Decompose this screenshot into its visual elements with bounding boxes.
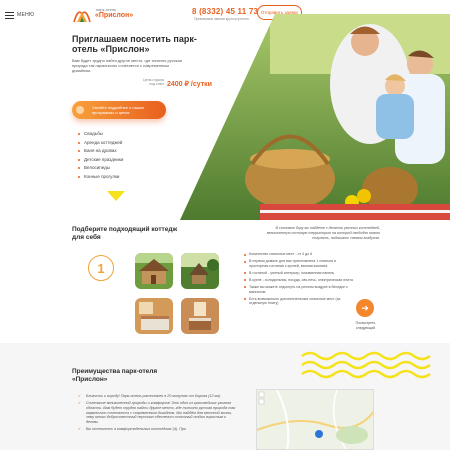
map-zoom-in[interactable] <box>258 391 265 398</box>
advantage-text: Сочетание великолепной природы и комфорт… <box>86 401 236 425</box>
cta-icon <box>76 106 84 114</box>
feature-item: Велосипеды <box>78 164 123 173</box>
advantage-text: Близость к городу! Парк-отель расположен… <box>86 394 221 398</box>
chevron-down-icon <box>107 191 125 201</box>
cottage-photo-forest[interactable] <box>181 253 219 289</box>
feature-item: Баня на дровах <box>78 147 123 156</box>
next-cottage-button[interactable]: ➜ <box>356 299 374 317</box>
spec-item: В первом домике для вас приготовлена 1 с… <box>244 259 356 268</box>
spec-item: Есть возможность дополнительные спальные… <box>244 297 356 306</box>
spec-item: В кухне - холодильник, посуда, свч-печь,… <box>244 278 356 283</box>
check-icon: ✓ <box>78 401 82 406</box>
hero-title: Приглашаем посетить парк-отель «Прислон» <box>72 34 197 54</box>
map-pin-icon[interactable] <box>315 430 323 438</box>
advantage-item: ✓ Близость к городу! Парк-отель расположе… <box>78 394 236 399</box>
advantage-item: ✓ Вы поселитесь в комфортабельных коттедж… <box>78 427 236 432</box>
cottage-number: 1 <box>88 255 114 281</box>
menu-icon[interactable] <box>5 12 14 19</box>
decorative-waves <box>301 351 431 379</box>
cottage-photo-interior[interactable] <box>181 298 219 334</box>
cottage-photo-bedroom[interactable] <box>135 298 173 334</box>
hero-lead: Вам будет трудно найти другое место, где… <box>72 58 182 73</box>
spec-item: В гостиной - уютный интерьер, плазменная… <box>244 271 356 276</box>
feature-item: Конные прогулки <box>78 173 123 182</box>
logo-icon[interactable] <box>72 6 92 24</box>
menu-label[interactable]: МЕНЮ <box>17 12 34 18</box>
price-label: Цена отдыха под ключ <box>143 78 164 86</box>
check-icon: ✓ <box>78 427 82 432</box>
cottage-photo-exterior[interactable] <box>135 253 173 289</box>
logo-name[interactable]: «Прислон» <box>95 12 133 19</box>
features-list: Свадьбы Аренда коттеджей Баня на дровах … <box>78 130 123 181</box>
check-icon: ✓ <box>78 394 82 398</box>
advantage-text: Вы поселитесь в комфортабельных коттеджа… <box>86 427 187 432</box>
next-cottage-label[interactable]: Посмотреть следующий <box>352 321 379 330</box>
arrow-right-icon: ➜ <box>361 302 369 313</box>
programs-cta-button[interactable]: Узнайте подробнее о наших программах и ц… <box>72 101 166 119</box>
cottage-section-title: Подберите подходящий коттедж для себя <box>72 226 178 241</box>
feature-item: Детские праздники <box>78 156 123 165</box>
feature-item: Свадьбы <box>78 130 123 139</box>
map-zoom-out[interactable] <box>258 398 265 405</box>
price-value: 2400 ₽ /сутки <box>167 81 212 88</box>
advantages-title: Преимущества парк-отеля «Прислон» <box>72 368 158 383</box>
cottage-description: В сосновом бору вы найдете с десяток уют… <box>266 226 380 240</box>
location-map[interactable] <box>256 389 374 450</box>
hero-family-photo <box>180 14 450 220</box>
advantages-list: ✓ Близость к городу! Парк-отель расположе… <box>78 394 236 434</box>
spec-item: Также вы можете отдохнуть на речном возд… <box>244 285 356 294</box>
cottage-specs-list: Количество спальных мест - от 4 до 6 В п… <box>244 252 356 308</box>
spec-item: Количество спальных мест - от 4 до 6 <box>244 252 356 257</box>
feature-item: Аренда коттеджей <box>78 139 123 148</box>
advantage-item: ✓ Сочетание великолепной природы и комфор… <box>78 401 236 425</box>
